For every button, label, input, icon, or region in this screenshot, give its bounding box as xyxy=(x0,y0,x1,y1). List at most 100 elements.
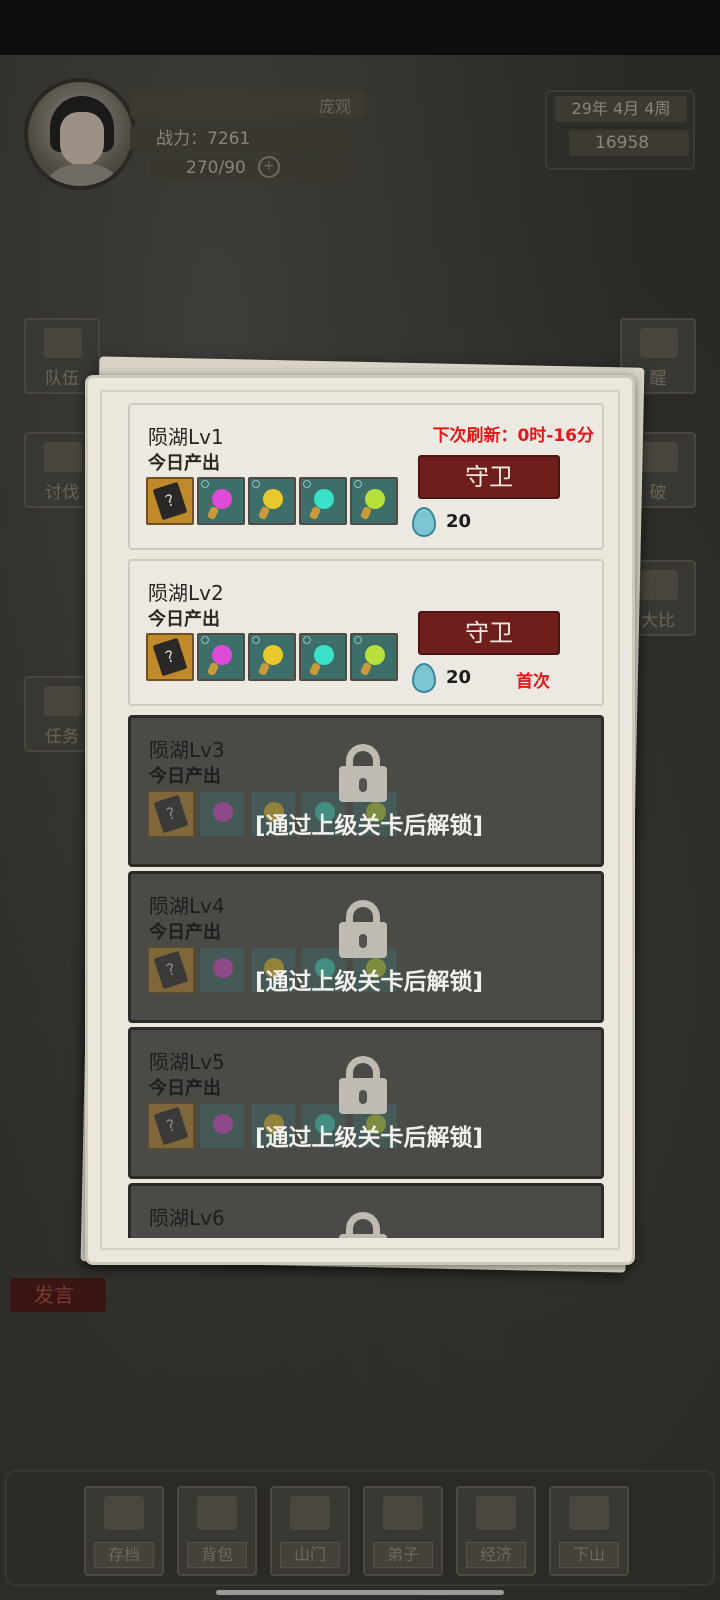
nav-save[interactable]: 存档 xyxy=(84,1486,164,1576)
gem-tail xyxy=(359,661,373,677)
spirit-stone-count: 16958 xyxy=(569,130,689,156)
stage-subtitle: 今日产出 xyxy=(149,1078,221,1099)
coins-icon xyxy=(476,1496,516,1530)
nav-disciples[interactable]: 弟子 xyxy=(363,1486,443,1576)
shrine-icon xyxy=(640,328,678,358)
nav-sect-gate[interactable]: 山门 xyxy=(270,1486,350,1576)
side-label: 大比 xyxy=(641,611,675,631)
gem-tag xyxy=(303,480,311,488)
water-drop-icon xyxy=(412,507,436,537)
stage-subtitle: 今日产出 xyxy=(149,766,221,787)
avatar-face xyxy=(60,112,104,166)
nav-label: 下山 xyxy=(559,1542,619,1568)
player-avatar[interactable] xyxy=(24,78,136,190)
side-label: 破 xyxy=(649,483,667,503)
gem-tag xyxy=(354,636,362,644)
stage-card-lv1: 陨湖Lv1 今日产出 下次刷新：0时-16分 ? 守卫 20 xyxy=(128,403,604,550)
tournament-icon xyxy=(640,570,678,600)
avatar-robe xyxy=(38,164,128,186)
mountain-icon xyxy=(569,1496,609,1530)
mystery-book-icon[interactable]: ? xyxy=(146,633,194,681)
stage-card-lv2: 陨湖Lv2 今日产出 ? 守卫 20 首次 xyxy=(128,559,604,706)
guard-button[interactable]: 守卫 xyxy=(418,611,560,655)
gem xyxy=(365,489,385,509)
side-label: 任务 xyxy=(45,727,79,747)
gem-tag xyxy=(303,636,311,644)
stage-subtitle: 今日产出 xyxy=(149,922,221,943)
gem xyxy=(314,645,334,665)
first-clear-badge: 首次 xyxy=(516,672,550,692)
gem-tail xyxy=(359,505,373,521)
side-label: 讨伐 xyxy=(45,483,79,503)
lock-icon xyxy=(339,744,387,802)
yellow-gem-icon[interactable] xyxy=(248,477,296,525)
gem xyxy=(365,645,385,665)
gem-tag xyxy=(354,480,362,488)
stage-title: 陨湖Lv5 xyxy=(149,1050,225,1074)
mystery-book-icon[interactable]: ? xyxy=(146,477,194,525)
stage-subtitle: 今日产出 xyxy=(148,609,220,630)
combat-power: 战力：7261 xyxy=(130,126,355,152)
unlock-hint: [通过上级关卡后解锁] xyxy=(254,813,484,839)
gem-tag xyxy=(201,636,209,644)
disciple-icon xyxy=(383,1496,423,1530)
home-indicator[interactable] xyxy=(216,1590,504,1595)
bag-icon xyxy=(197,1496,237,1530)
cyan-gem-icon[interactable] xyxy=(299,633,347,681)
nav-descend[interactable]: 下山 xyxy=(549,1486,629,1576)
gem xyxy=(212,489,232,509)
question-mark: ? xyxy=(152,481,188,521)
nav-label: 经济 xyxy=(466,1542,526,1568)
game-date: 29年 4月 4周 xyxy=(555,96,687,122)
status-bar xyxy=(0,0,720,55)
stage-title: 陨湖Lv6 xyxy=(149,1206,225,1230)
lime-gem-icon[interactable] xyxy=(350,633,398,681)
gem xyxy=(212,645,232,665)
gem-tail xyxy=(257,505,271,521)
guard-button[interactable]: 守卫 xyxy=(418,455,560,499)
break-icon xyxy=(640,442,678,472)
gem xyxy=(314,489,334,509)
stage-card-lv3: 陨湖Lv3 今日产出 ? [通过上级关卡后解锁] xyxy=(128,715,604,867)
player-name: 庞观 xyxy=(318,97,351,116)
player-name-bar: 庞观 xyxy=(130,90,365,118)
speak-button[interactable]: 发言 xyxy=(10,1278,106,1312)
gem-tag xyxy=(201,480,209,488)
stage-list[interactable]: 陨湖Lv1 今日产出 下次刷新：0时-16分 ? 守卫 20 陨湖Lv2 今日产… xyxy=(128,403,605,1238)
stage-card-lv4: 陨湖Lv4 今日产出 ? [通过上级关卡后解锁] xyxy=(128,871,604,1023)
stage-title: 陨湖Lv3 xyxy=(149,738,225,762)
side-label: 队伍 xyxy=(45,369,79,389)
stage-subtitle: 今日产出 xyxy=(148,453,220,474)
pink-gem-icon[interactable] xyxy=(197,633,245,681)
add-energy-button[interactable]: + xyxy=(258,156,280,178)
cyan-gem-icon[interactable] xyxy=(299,477,347,525)
gem-tail xyxy=(206,661,220,677)
refresh-timer: 下次刷新：0时-16分 xyxy=(432,426,594,446)
nav-label: 弟子 xyxy=(373,1542,433,1568)
nav-label: 存档 xyxy=(94,1542,154,1568)
water-drop-icon xyxy=(412,663,436,693)
question-mark: ? xyxy=(152,637,188,677)
gem xyxy=(263,489,283,509)
nav-economy[interactable]: 经济 xyxy=(456,1486,536,1576)
stage-title: 陨湖Lv2 xyxy=(148,581,224,605)
gem-tail xyxy=(206,505,220,521)
gem-tail xyxy=(308,661,322,677)
game-screen: 庞观 战力：7261 270/90 + 29年 4月 4周 16958 队伍 讨… xyxy=(0,0,720,1600)
gem-tail xyxy=(308,505,322,521)
lock-icon xyxy=(339,900,387,958)
nav-bag[interactable]: 背包 xyxy=(177,1486,257,1576)
unlock-hint: [通过上级关卡后解锁] xyxy=(254,969,484,995)
lock-icon xyxy=(339,1212,387,1238)
pink-gem-icon[interactable] xyxy=(197,477,245,525)
crusade-icon xyxy=(44,442,82,472)
yellow-gem-icon[interactable] xyxy=(248,633,296,681)
energy-value: 270/90 xyxy=(150,155,355,181)
side-label: 醒 xyxy=(649,369,667,389)
lock-icon xyxy=(339,1056,387,1114)
lime-gem-icon[interactable] xyxy=(350,477,398,525)
gem-tail xyxy=(257,661,271,677)
stage-card-lv6: 陨湖Lv6 xyxy=(128,1183,604,1238)
unlock-hint: [通过上级关卡后解锁] xyxy=(254,1125,484,1151)
gate-icon xyxy=(290,1496,330,1530)
